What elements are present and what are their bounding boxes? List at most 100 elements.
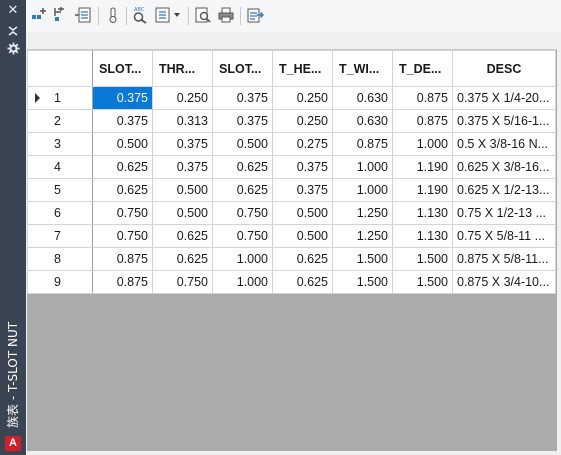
table-cell[interactable]: 0.375 bbox=[152, 155, 213, 179]
row-header[interactable]: 2 bbox=[27, 109, 93, 133]
table-cell[interactable]: 0.630 bbox=[332, 109, 393, 133]
table-cell[interactable]: 0.750 bbox=[212, 201, 273, 225]
gear-icon[interactable] bbox=[6, 42, 20, 56]
export-icon[interactable] bbox=[246, 6, 264, 24]
table-row[interactable]: 7 0.750 0.625 0.750 0.500 1.250 1.130 0.75 X 5/… bbox=[27, 224, 556, 248]
table-cell[interactable]: 0.625 bbox=[92, 155, 153, 179]
row-header[interactable]: 9 bbox=[27, 270, 93, 294]
column-header[interactable]: SLOT... bbox=[92, 50, 153, 87]
table-row[interactable]: 9 0.875 0.750 1.000 0.625 1.500 1.500 0.875 X 3… bbox=[27, 270, 556, 294]
table-cell[interactable]: 0.625 bbox=[152, 247, 213, 271]
table-cell[interactable]: 0.625 bbox=[92, 178, 153, 202]
add-column-icon[interactable] bbox=[30, 6, 48, 24]
table-row[interactable]: 5 0.625 0.500 0.625 0.375 1.000 1.190 0.625 X 1… bbox=[27, 178, 556, 202]
table-cell[interactable]: 1.190 bbox=[392, 178, 453, 202]
desc-cell[interactable]: 0.625 X 1/2-13... bbox=[452, 178, 556, 202]
table-cell[interactable]: 0.250 bbox=[272, 86, 333, 110]
desc-cell[interactable]: 0.875 X 3/4-10... bbox=[452, 270, 556, 294]
auto-hide-icon[interactable] bbox=[6, 24, 20, 38]
table-cell[interactable]: 0.500 bbox=[272, 201, 333, 225]
table-cell[interactable]: 1.250 bbox=[332, 201, 393, 225]
column-header[interactable]: SLOT... bbox=[212, 50, 273, 87]
table-cell[interactable]: 1.000 bbox=[332, 178, 393, 202]
table-cell[interactable]: 1.000 bbox=[212, 247, 273, 271]
desc-cell[interactable]: 0.375 X 5/16-1... bbox=[452, 109, 556, 133]
row-header[interactable]: 5 bbox=[27, 178, 93, 202]
desc-cell[interactable]: 0.75 X 1/2-13 ... bbox=[452, 201, 556, 225]
table-cell[interactable]: 0.625 bbox=[212, 155, 273, 179]
table-cell[interactable]: 1.500 bbox=[332, 270, 393, 294]
column-header[interactable]: T_WI... bbox=[332, 50, 393, 87]
table-cell[interactable]: 0.875 bbox=[392, 86, 453, 110]
table-cell[interactable]: 0.750 bbox=[212, 224, 273, 248]
row-header[interactable]: 1 bbox=[27, 86, 93, 110]
table-row[interactable]: 4 0.625 0.375 0.625 0.375 1.000 1.190 0.625 X 3… bbox=[27, 155, 556, 179]
corner-cell[interactable] bbox=[27, 50, 93, 87]
edit-table-icon[interactable] bbox=[74, 6, 92, 24]
desc-cell[interactable]: 0.625 X 3/8-16... bbox=[452, 155, 556, 179]
table-cell[interactable]: 1.130 bbox=[392, 224, 453, 248]
table-cell[interactable]: 0.375 bbox=[212, 86, 273, 110]
table-cell[interactable]: 0.375 bbox=[212, 109, 273, 133]
table-cell[interactable]: 0.625 bbox=[152, 224, 213, 248]
column-header[interactable]: DESC bbox=[452, 50, 556, 87]
table-cell[interactable]: 0.375 bbox=[272, 178, 333, 202]
table-cell[interactable]: 1.130 bbox=[392, 201, 453, 225]
table-cell[interactable]: 0.750 bbox=[152, 270, 213, 294]
table-cell[interactable]: 1.500 bbox=[392, 247, 453, 271]
dropdown-arrow-icon[interactable] bbox=[172, 6, 182, 24]
table-cell[interactable]: 0.375 bbox=[152, 132, 213, 156]
table-cell[interactable]: 0.875 bbox=[332, 132, 393, 156]
table-cell[interactable]: 0.500 bbox=[212, 132, 273, 156]
desc-cell[interactable]: 0.75 X 5/8-11 ... bbox=[452, 224, 556, 248]
table-cell[interactable]: 1.500 bbox=[332, 247, 393, 271]
desc-cell[interactable]: 0.5 X 3/8-16 N... bbox=[452, 132, 556, 156]
table-cell[interactable]: 0.500 bbox=[272, 224, 333, 248]
table-row[interactable]: 1 0.375 0.250 0.375 0.250 0.630 0.875 0.375 X 1… bbox=[27, 86, 556, 110]
thermometer-icon[interactable] bbox=[104, 6, 122, 24]
table-cell[interactable]: 0.375 bbox=[92, 109, 153, 133]
table-cell[interactable]: 1.500 bbox=[392, 270, 453, 294]
table-cell[interactable]: 1.000 bbox=[392, 132, 453, 156]
table-row[interactable]: 6 0.750 0.500 0.750 0.500 1.250 1.130 0.75 X 1/… bbox=[27, 201, 556, 225]
table-cell[interactable]: 0.500 bbox=[152, 201, 213, 225]
column-header[interactable]: T_DE... bbox=[392, 50, 453, 87]
table-cell[interactable]: 1.000 bbox=[332, 155, 393, 179]
table-cell[interactable]: 0.875 bbox=[392, 109, 453, 133]
table-row[interactable]: 2 0.375 0.313 0.375 0.250 0.630 0.875 0.375 X 5… bbox=[27, 109, 556, 133]
table-cell[interactable]: 0.630 bbox=[332, 86, 393, 110]
find-icon[interactable]: ABC bbox=[131, 6, 149, 24]
table-row[interactable]: 8 0.875 0.625 1.000 0.625 1.500 1.500 0.875 X 5… bbox=[27, 247, 556, 271]
desc-cell[interactable]: 0.375 X 1/4-20... bbox=[452, 86, 556, 110]
row-header[interactable]: 8 bbox=[27, 247, 93, 271]
table-cell[interactable]: 0.875 bbox=[92, 247, 153, 271]
add-row-icon[interactable] bbox=[52, 6, 70, 24]
print-icon[interactable] bbox=[217, 6, 235, 24]
table-row[interactable]: 3 0.500 0.375 0.500 0.275 0.875 1.000 0.5 X 3/8… bbox=[27, 132, 556, 156]
row-header[interactable]: 3 bbox=[27, 132, 93, 156]
row-header[interactable]: 7 bbox=[27, 224, 93, 248]
column-header[interactable]: THR... bbox=[152, 50, 213, 87]
table-cell[interactable]: 0.625 bbox=[272, 270, 333, 294]
table-cell[interactable]: 1.250 bbox=[332, 224, 393, 248]
close-icon[interactable]: ✕ bbox=[6, 4, 20, 18]
table-cell[interactable]: 0.375 bbox=[92, 86, 153, 110]
table-cell[interactable]: 0.750 bbox=[92, 224, 153, 248]
table-cell[interactable]: 0.375 bbox=[272, 155, 333, 179]
table-cell[interactable]: 0.750 bbox=[92, 201, 153, 225]
table-cell[interactable]: 0.875 bbox=[92, 270, 153, 294]
table-cell[interactable]: 1.000 bbox=[212, 270, 273, 294]
table-cell[interactable]: 0.250 bbox=[152, 86, 213, 110]
row-header[interactable]: 6 bbox=[27, 201, 93, 225]
row-header[interactable]: 4 bbox=[27, 155, 93, 179]
preview-icon[interactable] bbox=[194, 6, 212, 24]
column-header[interactable]: T_HE... bbox=[272, 50, 333, 87]
table-cell[interactable]: 0.500 bbox=[92, 132, 153, 156]
table-cell[interactable]: 0.625 bbox=[212, 178, 273, 202]
desc-cell[interactable]: 0.875 X 5/8-11... bbox=[452, 247, 556, 271]
table-cell[interactable]: 0.625 bbox=[272, 247, 333, 271]
table-cell[interactable]: 1.190 bbox=[392, 155, 453, 179]
table-cell[interactable]: 0.250 bbox=[272, 109, 333, 133]
table-cell[interactable]: 0.313 bbox=[152, 109, 213, 133]
sheet-options-icon[interactable] bbox=[154, 6, 172, 24]
